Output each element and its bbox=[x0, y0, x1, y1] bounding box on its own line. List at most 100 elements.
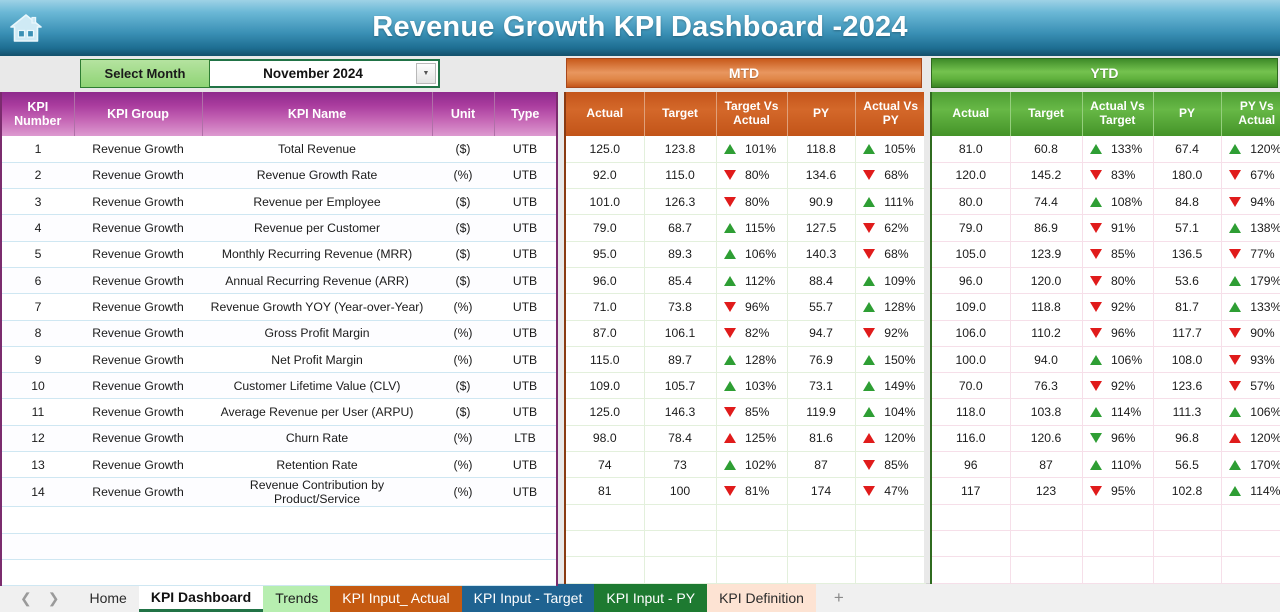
table-row[interactable]: 120.0 145.2 83% 180.0 67% bbox=[932, 162, 1280, 190]
table-row[interactable]: 80.0 74.4 108% 84.8 94% bbox=[932, 188, 1280, 216]
ytd-py-cell: 84.8 bbox=[1153, 188, 1222, 216]
percent-value: 150% bbox=[884, 352, 916, 367]
table-row[interactable]: 81.0 60.8 133% 67.4 120% bbox=[932, 136, 1280, 163]
table-row[interactable]: 9 Revenue Growth Net Profit Margin (%) UTB bbox=[2, 346, 556, 374]
ytd-py-cell: 96.8 bbox=[1153, 425, 1222, 453]
mtd-comparison2-cell: 149% bbox=[855, 372, 926, 400]
table-row[interactable]: 13 Revenue Growth Retention Rate (%) UTB bbox=[2, 451, 556, 479]
col-header-mtd-target-vs-actual[interactable]: Target Vs Actual bbox=[716, 92, 788, 136]
mtd-py-cell: 118.8 bbox=[787, 136, 856, 163]
sheet-tab-kpi-input-py[interactable]: KPI Input - PY bbox=[594, 584, 708, 612]
table-row[interactable]: 116.0 120.6 96% 96.8 120% bbox=[932, 425, 1280, 453]
table-row[interactable]: 8 Revenue Growth Gross Profit Margin (%) UTB bbox=[2, 320, 556, 347]
table-row[interactable]: 87.0 106.1 82% 94.7 92% bbox=[566, 320, 926, 347]
table-row[interactable]: 115.0 89.7 128% 76.9 150% bbox=[566, 346, 926, 374]
kpi-number-cell: 12 bbox=[2, 425, 74, 453]
table-row[interactable]: 109.0 105.7 103% 73.1 149% bbox=[566, 372, 926, 400]
table-row[interactable]: 3 Revenue Growth Revenue per Employee ($) UT… bbox=[2, 188, 556, 216]
table-row[interactable]: 96.0 120.0 80% 53.6 179% bbox=[932, 267, 1280, 295]
table-row[interactable]: 7 Revenue Growth Revenue Growth YOY (Year-… bbox=[2, 293, 556, 321]
table-row[interactable]: 106.0 110.2 96% 117.7 90% bbox=[932, 320, 1280, 347]
table-row[interactable]: 12 Revenue Growth Churn Rate (%) LTB bbox=[2, 425, 556, 453]
sheet-tab-kpi-input-actual[interactable]: KPI Input_ Actual bbox=[330, 584, 462, 612]
table-row[interactable]: 6 Revenue Growth Annual Recurring Revenue … bbox=[2, 267, 556, 295]
col-header-ytd-py-vs-actual[interactable]: PY Vs Actual bbox=[1221, 92, 1280, 136]
table-row[interactable]: 81 100 81% 174 47% bbox=[566, 477, 926, 505]
sheet-tab-kpi-definition[interactable]: KPI Definition bbox=[707, 584, 816, 612]
empty-table-row[interactable] bbox=[566, 504, 926, 531]
table-row[interactable]: 5 Revenue Growth Monthly Recurring Revenue… bbox=[2, 241, 556, 268]
kpi-type-cell: UTB bbox=[494, 320, 556, 347]
table-row[interactable]: 2 Revenue Growth Revenue Growth Rate (%) UTB bbox=[2, 162, 556, 190]
col-header-mtd-actual-vs-py[interactable]: Actual Vs PY bbox=[855, 92, 926, 136]
chevron-left-icon[interactable]: ❮ bbox=[20, 590, 32, 607]
table-row[interactable]: 79.0 68.7 115% 127.5 62% bbox=[566, 214, 926, 242]
empty-table-row[interactable] bbox=[932, 504, 1280, 531]
col-header-kpi-group[interactable]: KPI Group bbox=[74, 92, 203, 136]
kpi-number-cell: 3 bbox=[2, 188, 74, 216]
chevron-right-icon[interactable]: ❯ bbox=[48, 590, 60, 607]
triangle-down-icon bbox=[1090, 328, 1102, 339]
col-header-mtd-py[interactable]: PY bbox=[787, 92, 856, 136]
table-row[interactable]: 74 73 102% 87 85% bbox=[566, 451, 926, 479]
table-row[interactable]: 10 Revenue Growth Customer Lifetime Value … bbox=[2, 372, 556, 400]
home-button[interactable] bbox=[0, 0, 52, 56]
sheet-tab-kpi-dashboard[interactable]: KPI Dashboard bbox=[138, 584, 264, 612]
table-row[interactable]: 98.0 78.4 125% 81.6 120% bbox=[566, 425, 926, 453]
table-row[interactable]: 14 Revenue Growth Revenue Contribution by … bbox=[2, 477, 556, 508]
sheet-tab-home[interactable]: Home bbox=[77, 584, 138, 612]
table-row[interactable]: 100.0 94.0 106% 108.0 93% bbox=[932, 346, 1280, 374]
table-row[interactable]: 71.0 73.8 96% 55.7 128% bbox=[566, 293, 926, 321]
col-header-ytd-target[interactable]: Target bbox=[1010, 92, 1083, 136]
kpi-type-cell: UTB bbox=[494, 162, 556, 190]
col-header-unit[interactable]: Unit bbox=[432, 92, 495, 136]
plus-icon[interactable]: + bbox=[816, 584, 862, 612]
table-row[interactable]: 92.0 115.0 80% 134.6 68% bbox=[566, 162, 926, 190]
mtd-py-cell: 140.3 bbox=[787, 241, 856, 268]
mtd-py-cell: 55.7 bbox=[787, 293, 856, 321]
empty-table-row[interactable] bbox=[566, 556, 926, 584]
mtd-comparison1-cell: 80% bbox=[716, 188, 788, 216]
table-row[interactable]: 125.0 146.3 85% 119.9 104% bbox=[566, 398, 926, 426]
kpi-name-cell: Customer Lifetime Value (CLV) bbox=[202, 372, 432, 400]
chevron-down-icon[interactable] bbox=[416, 63, 436, 84]
empty-table-row[interactable] bbox=[932, 556, 1280, 584]
table-row[interactable]: 117 123 95% 102.8 114% bbox=[932, 477, 1280, 505]
empty-table-row[interactable] bbox=[2, 506, 556, 534]
table-row[interactable]: 101.0 126.3 80% 90.9 111% bbox=[566, 188, 926, 216]
table-row[interactable]: 1 Revenue Growth Total Revenue ($) UTB bbox=[2, 136, 556, 163]
ytd-comparison1-cell: 96% bbox=[1082, 425, 1154, 453]
col-header-ytd-actual-vs-target[interactable]: Actual Vs Target bbox=[1082, 92, 1154, 136]
empty-cell bbox=[432, 559, 494, 587]
col-header-ytd-py[interactable]: PY bbox=[1153, 92, 1222, 136]
col-header-kpi-name[interactable]: KPI Name bbox=[202, 92, 433, 136]
table-row[interactable]: 105.0 123.9 85% 136.5 77% bbox=[932, 241, 1280, 268]
col-header-type[interactable]: Type bbox=[494, 92, 556, 136]
col-header-mtd-actual[interactable]: Actual bbox=[566, 92, 645, 136]
sheet-tab-trends[interactable]: Trends bbox=[263, 584, 331, 612]
empty-table-row[interactable] bbox=[2, 533, 556, 560]
triangle-down-icon bbox=[724, 301, 736, 312]
col-header-ytd-actual[interactable]: Actual bbox=[932, 92, 1011, 136]
table-row[interactable]: 96 87 110% 56.5 170% bbox=[932, 451, 1280, 479]
table-row[interactable]: 11 Revenue Growth Average Revenue per User… bbox=[2, 398, 556, 426]
mtd-py-cell: 73.1 bbox=[787, 372, 856, 400]
table-row[interactable]: 118.0 103.8 114% 111.3 106% bbox=[932, 398, 1280, 426]
percent-value: 62% bbox=[884, 221, 909, 236]
table-row[interactable]: 95.0 89.3 106% 140.3 68% bbox=[566, 241, 926, 268]
table-row[interactable]: 79.0 86.9 91% 57.1 138% bbox=[932, 214, 1280, 242]
col-header-kpi-number[interactable]: KPI Number bbox=[2, 92, 75, 136]
empty-table-row[interactable] bbox=[932, 530, 1280, 558]
table-row[interactable]: 96.0 85.4 112% 88.4 109% bbox=[566, 267, 926, 295]
col-header-mtd-target[interactable]: Target bbox=[644, 92, 717, 136]
month-selector[interactable]: Select Month November 2024 bbox=[80, 59, 440, 88]
sheet-tab-kpi-input-target[interactable]: KPI Input - Target bbox=[461, 584, 595, 612]
table-row[interactable]: 109.0 118.8 92% 81.7 133% bbox=[932, 293, 1280, 321]
table-row[interactable]: 125.0 123.8 101% 118.8 105% bbox=[566, 136, 926, 163]
month-combobox[interactable]: November 2024 bbox=[210, 59, 440, 88]
table-row[interactable]: 4 Revenue Growth Revenue per Customer ($) UT… bbox=[2, 214, 556, 242]
empty-table-row[interactable] bbox=[566, 530, 926, 558]
triangle-up-icon bbox=[724, 223, 736, 234]
empty-table-row[interactable] bbox=[2, 559, 556, 587]
table-row[interactable]: 70.0 76.3 92% 123.6 57% bbox=[932, 372, 1280, 400]
